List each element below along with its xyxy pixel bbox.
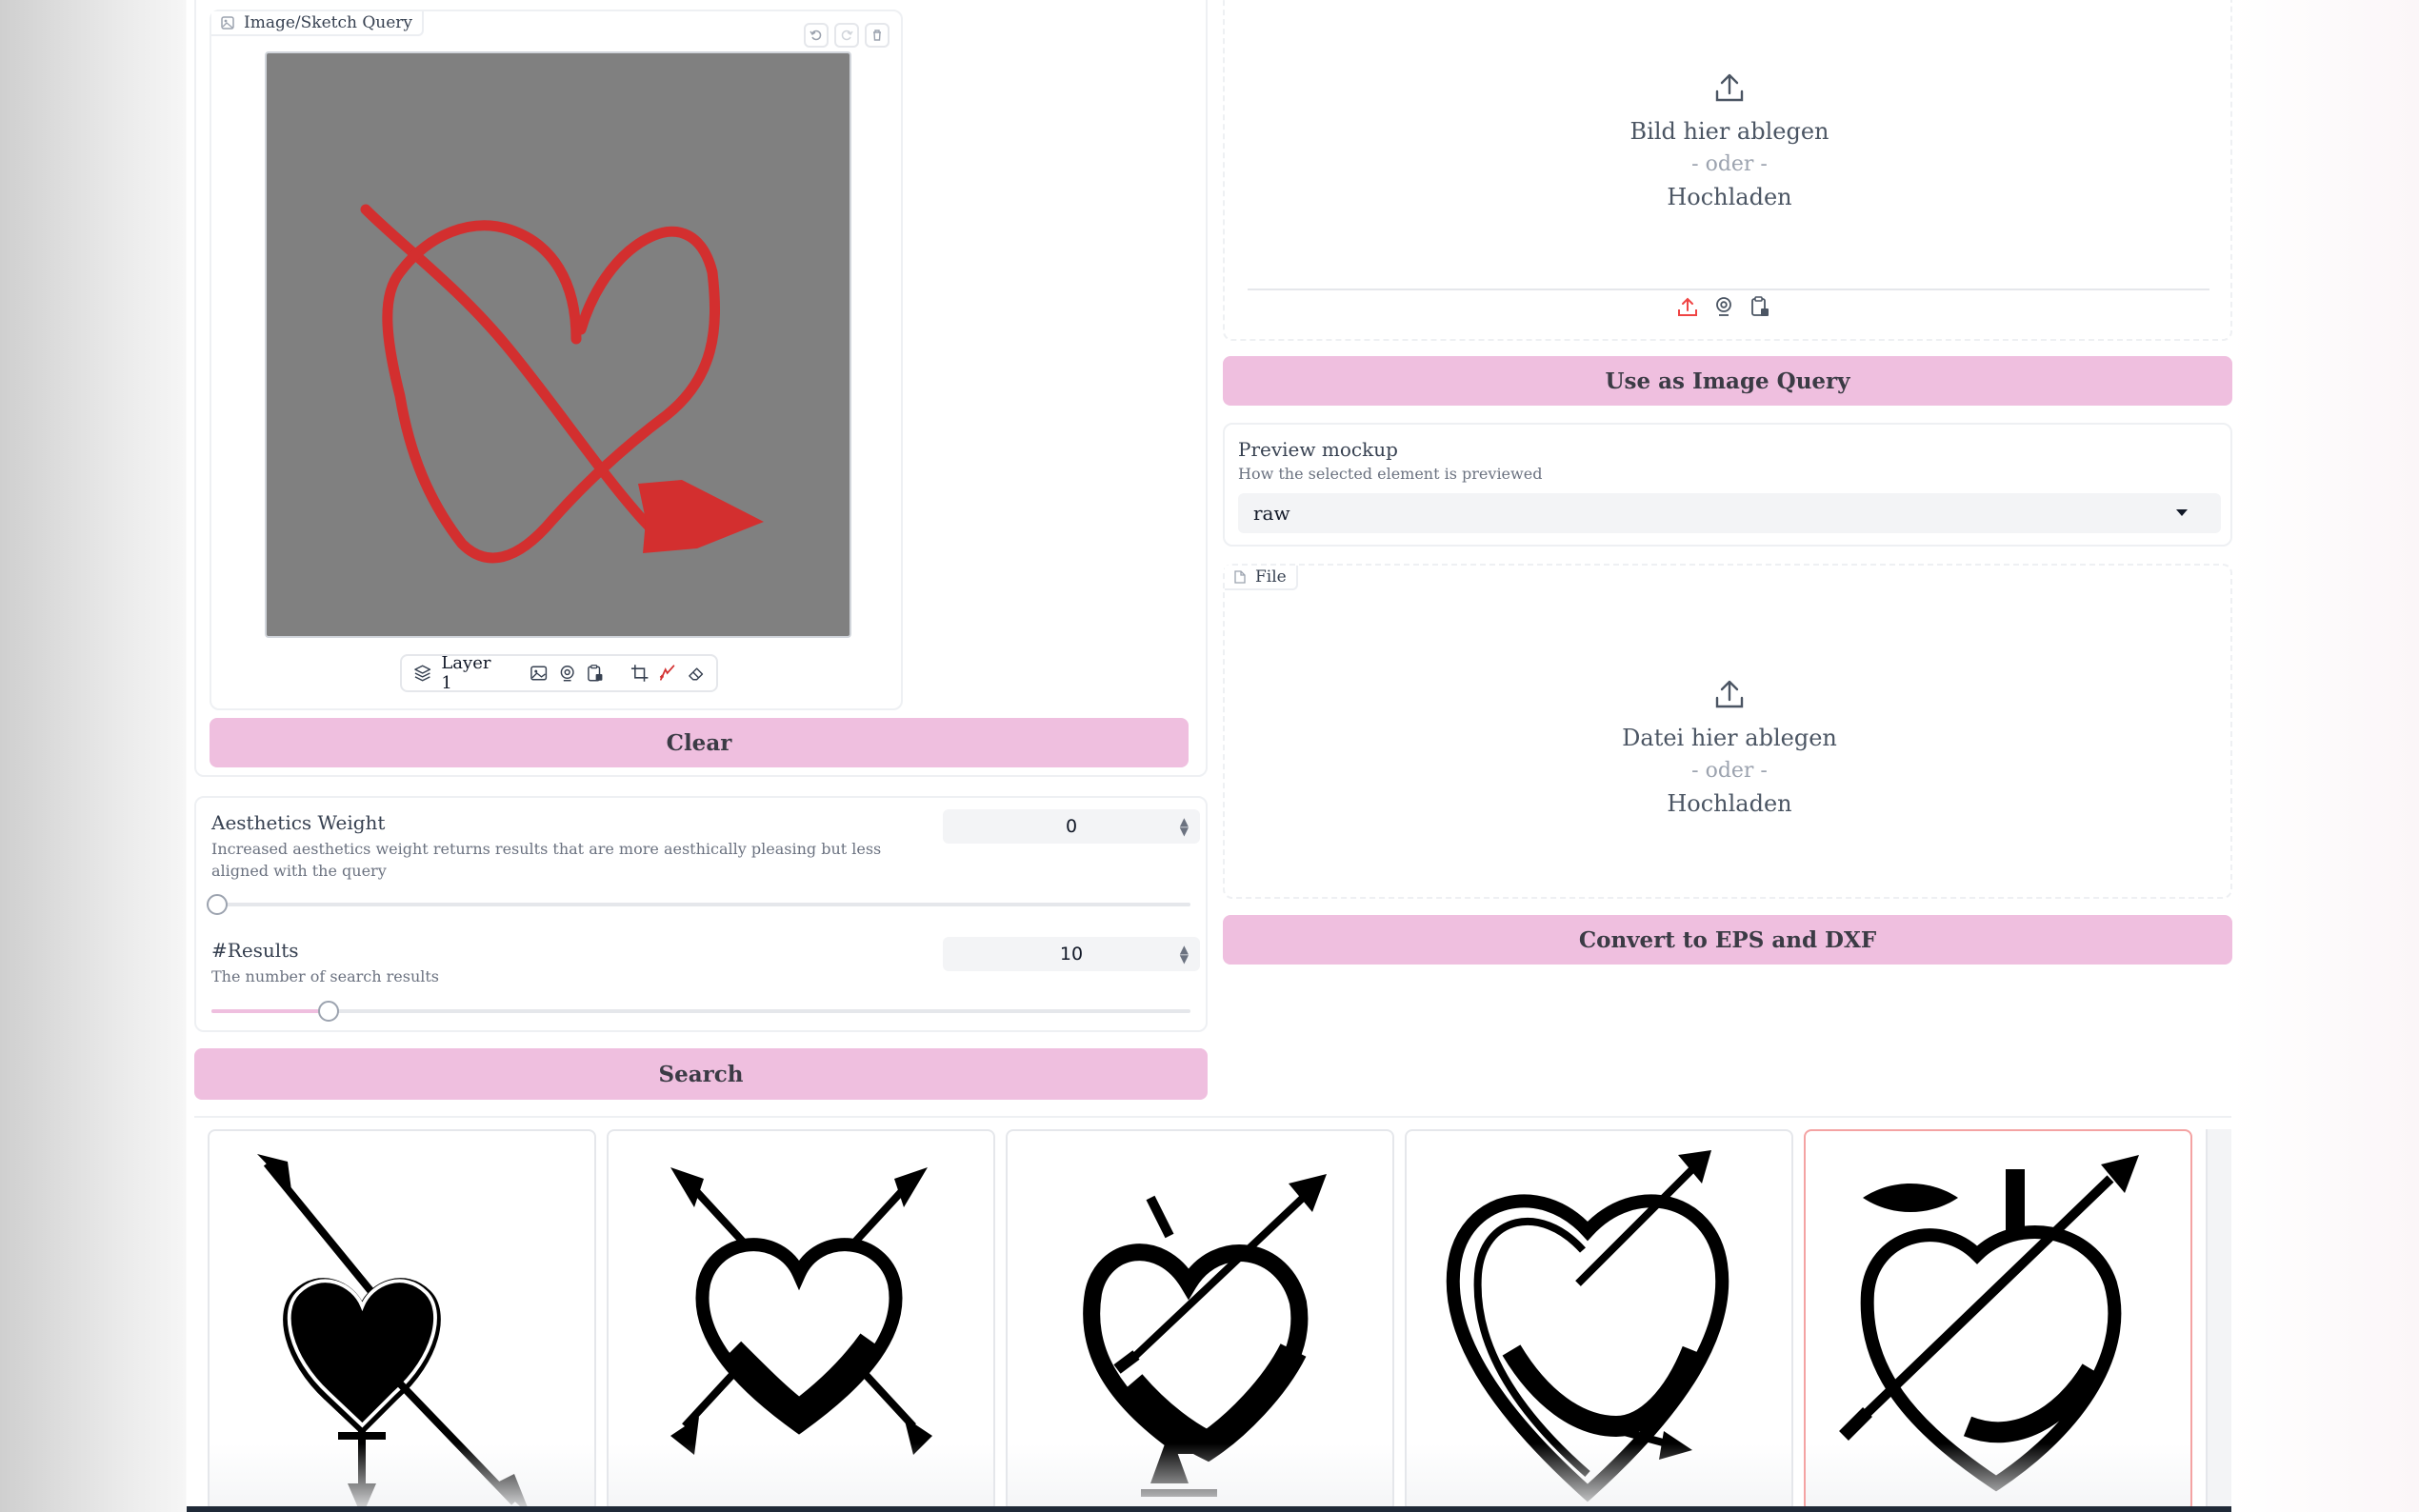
clipboard-icon[interactable] (586, 664, 604, 683)
webcam-icon[interactable] (558, 664, 576, 683)
results-slider-fill (211, 1009, 330, 1013)
gallery-item-4[interactable] (1405, 1129, 1793, 1512)
undo-icon (810, 30, 822, 41)
preview-select[interactable]: raw (1238, 493, 2221, 533)
crop-icon[interactable] (630, 664, 649, 683)
file-drop-text: Datei hier ablegen (1622, 724, 1837, 751)
gallery-scroll-edge[interactable] (2206, 1129, 2231, 1512)
sketch-section: Image/Sketch Query Layer 1 Clear (194, 0, 1208, 777)
layer-toolbar: Layer 1 (400, 653, 718, 693)
sketch-editor: Image/Sketch Query Layer 1 (210, 10, 903, 710)
aesthetics-slider-thumb[interactable] (207, 894, 228, 915)
file-or-text: - oder - (1691, 758, 1768, 783)
image-or-text: - oder - (1691, 151, 1768, 176)
aesthetics-spin-icon[interactable]: ▲ ▼ (1180, 816, 1189, 837)
bottom-bar (187, 1506, 2231, 1512)
aesthetics-info: Increased aesthetics weight returns resu… (211, 840, 882, 880)
search-button[interactable]: Search (194, 1048, 1208, 1100)
trash-icon (873, 30, 881, 41)
image-drop-text: Bild hier ablegen (1629, 117, 1829, 145)
brush-icon[interactable] (658, 664, 676, 683)
settings-panel: Aesthetics Weight Increased aesthetics w… (194, 796, 1208, 1032)
gallery-fade-2 (609, 1443, 993, 1510)
redo-icon (841, 30, 853, 41)
gallery-item-1[interactable] (208, 1129, 596, 1512)
delete-button[interactable] (865, 23, 890, 48)
image-upload-panel[interactable]: Bild hier ablegen - oder - Hochladen (1223, 0, 2232, 341)
gallery-fade-5 (1806, 1443, 2190, 1510)
upload-icon (1715, 73, 1744, 101)
image-upload-text: Hochladen (1667, 183, 1792, 210)
preview-selected-value: raw (1253, 502, 1290, 525)
sketch-label-chip: Image/Sketch Query (211, 11, 425, 36)
app-root: Image/Sketch Query Layer 1 Clear Aesthet… (187, 0, 2232, 1512)
results-spin-icon[interactable]: ▲ ▼ (1180, 944, 1189, 965)
gallery-item-3[interactable] (1006, 1129, 1394, 1512)
preview-label: Preview mockup (1238, 438, 1398, 461)
file-label-chip: File (1225, 566, 1298, 590)
sketch-canvas[interactable] (265, 51, 851, 638)
image-icon (221, 16, 234, 30)
results-slider-track[interactable] (211, 1009, 1190, 1013)
aesthetics-label: Aesthetics Weight (211, 811, 386, 834)
convert-eps-dxf-button[interactable]: Convert to EPS and DXF (1223, 915, 2232, 965)
aesthetics-value: 0 (1065, 816, 1078, 837)
sketch-controls (804, 23, 890, 48)
eraser-icon[interactable] (687, 664, 705, 683)
sketch-label: Image/Sketch Query (244, 13, 413, 32)
image-upload-icon[interactable] (530, 664, 548, 683)
webcam-source-icon[interactable] (1712, 295, 1735, 318)
upload-source-bar (1676, 295, 1771, 318)
gallery-fade-4 (1407, 1443, 1791, 1510)
gallery-item-2[interactable] (607, 1129, 995, 1512)
file-icon (1234, 570, 1246, 584)
use-as-image-query-button[interactable]: Use as Image Query (1223, 356, 2232, 406)
preview-panel: Preview mockup How the selected element … (1223, 423, 2232, 547)
chevron-down-icon (2176, 509, 2188, 516)
file-dropzone[interactable]: Datei hier ablegen - oder - Hochladen (1225, 604, 2234, 889)
redo-button[interactable] (834, 23, 859, 48)
upload-divider (1248, 288, 2209, 290)
results-label: #Results (211, 939, 299, 962)
clipboard-source-icon[interactable] (1749, 295, 1771, 318)
file-upload-panel[interactable]: File Datei hier ablegen - oder - Hochlad… (1223, 564, 2232, 899)
layer-label[interactable]: Layer 1 (441, 653, 505, 693)
results-number-input[interactable]: 10 ▲ ▼ (943, 937, 1200, 971)
gallery-fade-1 (210, 1443, 594, 1510)
aesthetics-number-input[interactable]: 0 ▲ ▼ (943, 809, 1200, 844)
sketch-drawing (360, 204, 764, 564)
preview-info: How the selected element is previewed (1238, 465, 1543, 483)
image-dropzone[interactable]: Bild hier ablegen - oder - Hochladen (1225, 2, 2234, 278)
file-upload-icon (1715, 680, 1744, 707)
aesthetics-slider-track[interactable] (211, 903, 1190, 906)
file-upload-text: Hochladen (1667, 789, 1792, 817)
clear-button[interactable]: Clear (210, 718, 1189, 767)
upload-source-icon[interactable] (1676, 295, 1699, 318)
background-right (2231, 0, 2419, 1512)
results-value: 10 (1059, 944, 1084, 965)
gallery-item-5[interactable] (1804, 1129, 2192, 1512)
results-slider-thumb[interactable] (318, 1001, 340, 1022)
gallery-fade-3 (1008, 1443, 1392, 1510)
layers-icon (414, 665, 431, 682)
file-label: File (1255, 567, 1287, 587)
undo-button[interactable] (804, 23, 829, 48)
results-info: The number of search results (211, 967, 440, 985)
